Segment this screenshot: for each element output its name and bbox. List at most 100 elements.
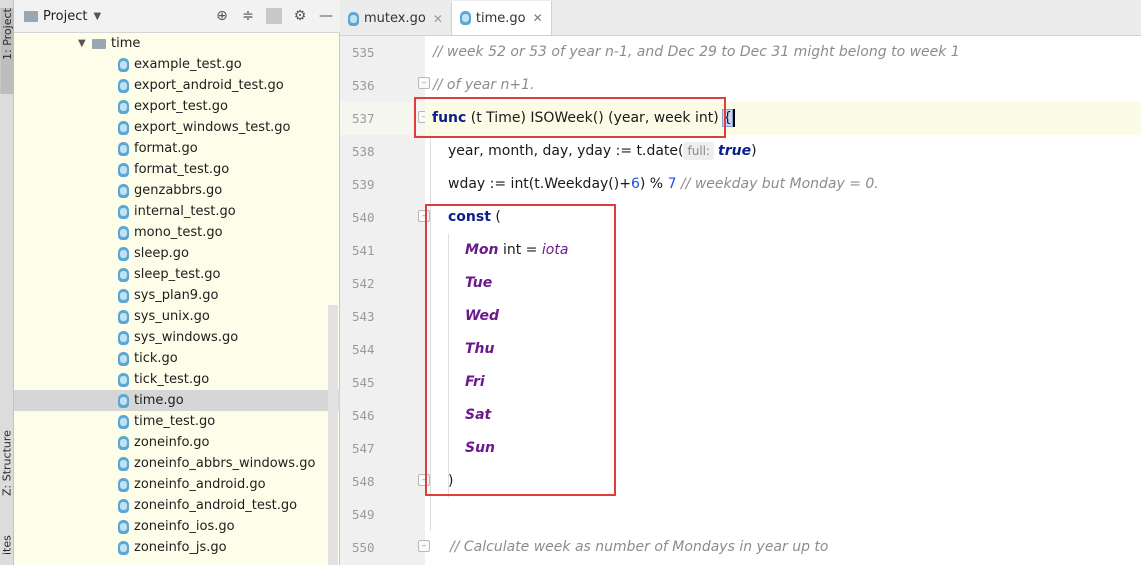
code-constant: Thu xyxy=(465,341,495,357)
code-constant: Sat xyxy=(465,407,492,423)
code-editor[interactable]: 535 536 537 538 539 540 541 542 543 544 … xyxy=(340,36,1141,565)
file-label: zoneinfo_abbrs_windows.go xyxy=(134,456,316,471)
file-label: export_test.go xyxy=(134,99,228,114)
line-number: 541 xyxy=(352,243,375,258)
line-number: 536 xyxy=(352,78,375,93)
line-number: 543 xyxy=(352,309,375,324)
go-file-icon xyxy=(118,183,129,198)
line-number-current: 537 xyxy=(340,102,425,135)
hide-icon[interactable]: — xyxy=(318,8,334,24)
text-caret xyxy=(733,109,736,127)
project-tree: ▼ time example_test.go export_android_tes… xyxy=(14,33,340,558)
close-icon[interactable]: ✕ xyxy=(533,11,543,25)
tree-item-file[interactable]: sys_plan9.go xyxy=(14,285,340,306)
code-constant: Sun xyxy=(465,440,496,456)
tab-time-go[interactable]: time.go ✕ xyxy=(451,1,552,35)
folder-label: time xyxy=(111,36,141,51)
line-number: 542 xyxy=(352,276,375,291)
tree-item-file[interactable]: tick.go xyxy=(14,348,340,369)
file-label: mono_test.go xyxy=(134,225,223,240)
go-file-icon xyxy=(118,246,129,261)
tree-item-file[interactable]: zoneinfo.go xyxy=(14,432,340,453)
tree-item-file[interactable]: sleep_test.go xyxy=(14,264,340,285)
chevron-down-icon[interactable]: ▼ xyxy=(93,11,101,22)
project-tool-tab[interactable]: 1: Project xyxy=(0,8,14,94)
file-label: sys_windows.go xyxy=(134,330,239,345)
tree-item-file[interactable]: format.go xyxy=(14,138,340,159)
project-scrollbar[interactable] xyxy=(328,305,338,565)
tree-item-file[interactable]: export_android_test.go xyxy=(14,75,340,96)
tree-item-file[interactable]: mono_test.go xyxy=(14,222,340,243)
code-text: ) % xyxy=(639,176,668,192)
code-brace-matched: { xyxy=(722,109,734,127)
go-file-icon xyxy=(348,11,359,26)
file-label: zoneinfo.go xyxy=(134,435,210,450)
project-panel-header: Project ▼ ⊕ ≑ ⚙ — xyxy=(14,0,340,33)
code-iota: iota xyxy=(541,242,569,258)
code-line-536: // of year n+1. xyxy=(425,69,1141,102)
code-keyword-func: func xyxy=(432,110,467,126)
code-line-548: ) xyxy=(425,465,1141,498)
locate-icon[interactable]: ⊕ xyxy=(214,8,230,24)
editor-tabs: mutex.go ✕ time.go ✕ xyxy=(340,0,1141,36)
collapse-icon[interactable]: ≑ xyxy=(240,8,256,24)
tree-item-file[interactable]: export_windows_test.go xyxy=(14,117,340,138)
close-icon[interactable]: ✕ xyxy=(433,12,443,26)
folder-icon xyxy=(92,38,106,49)
tree-folder-time[interactable]: ▼ time xyxy=(14,33,340,54)
code-text: ( xyxy=(490,209,501,225)
tree-item-file[interactable]: sys_unix.go xyxy=(14,306,340,327)
project-panel: Project ▼ ⊕ ≑ ⚙ — ▼ time example_test.go… xyxy=(14,0,340,565)
tree-item-file[interactable]: example_test.go xyxy=(14,54,340,75)
go-file-icon xyxy=(118,540,129,555)
tree-item-file[interactable]: sys_windows.go xyxy=(14,327,340,348)
line-number: 547 xyxy=(352,441,375,456)
code-line-546: Sat xyxy=(425,399,1141,432)
file-label: sleep_test.go xyxy=(134,267,221,282)
tree-item-file[interactable]: zoneinfo_ios.go xyxy=(14,516,340,537)
tree-item-file[interactable]: format_test.go xyxy=(14,159,340,180)
code-area[interactable]: // week 52 or 53 of year n-1, and Dec 29… xyxy=(425,36,1141,565)
file-label: sleep.go xyxy=(134,246,189,261)
line-number: 546 xyxy=(352,408,375,423)
go-file-icon xyxy=(118,162,129,177)
tree-item-file[interactable]: time.go xyxy=(14,390,340,411)
tree-item-file[interactable]: time_test.go xyxy=(14,411,340,432)
file-label: export_windows_test.go xyxy=(134,120,291,135)
go-file-icon xyxy=(118,225,129,240)
file-label: zoneinfo_android_test.go xyxy=(134,498,298,513)
go-file-icon xyxy=(118,78,129,93)
tree-item-file[interactable]: genzabbrs.go xyxy=(14,180,340,201)
code-text: int = xyxy=(498,242,542,258)
tree-item-file[interactable]: export_test.go xyxy=(14,96,340,117)
go-file-icon xyxy=(118,309,129,324)
line-number: 540 xyxy=(352,210,375,225)
project-folder-icon xyxy=(24,10,38,22)
tree-item-file[interactable]: zoneinfo_abbrs_windows.go xyxy=(14,453,340,474)
go-file-icon xyxy=(459,11,471,25)
tree-item-file[interactable]: zoneinfo_android.go xyxy=(14,474,340,495)
tab-mutex-go[interactable]: mutex.go ✕ xyxy=(340,2,452,35)
code-line-535: // week 52 or 53 of year n-1, and Dec 29… xyxy=(425,36,1141,69)
structure-tool-tab[interactable]: Z: Structure xyxy=(0,430,14,522)
tree-item-file[interactable]: internal_test.go xyxy=(14,201,340,222)
code-line-550: // Calculate week as number of Mondays i… xyxy=(425,531,1141,564)
go-file-icon xyxy=(118,120,129,135)
project-view-selector[interactable]: Project xyxy=(43,9,87,24)
tree-item-file[interactable]: tick_test.go xyxy=(14,369,340,390)
tree-item-file[interactable]: zoneinfo_js.go xyxy=(14,537,340,558)
favorites-tool-tab[interactable]: ites xyxy=(0,535,14,565)
line-number: 548 xyxy=(352,474,375,489)
settings-icon[interactable]: ⚙ xyxy=(292,8,308,24)
code-line-544: Thu xyxy=(425,333,1141,366)
code-text: ) xyxy=(751,143,757,159)
code-line-540: const ( xyxy=(425,201,1141,234)
code-constant: Tue xyxy=(465,275,493,291)
file-label: format.go xyxy=(134,141,198,156)
tree-item-file[interactable]: sleep.go xyxy=(14,243,340,264)
tree-item-file[interactable]: zoneinfo_android_test.go xyxy=(14,495,340,516)
chevron-down-icon[interactable]: ▼ xyxy=(78,38,92,49)
code-comment: // weekday but Monday = 0. xyxy=(676,176,879,192)
file-label: sys_unix.go xyxy=(134,309,210,324)
